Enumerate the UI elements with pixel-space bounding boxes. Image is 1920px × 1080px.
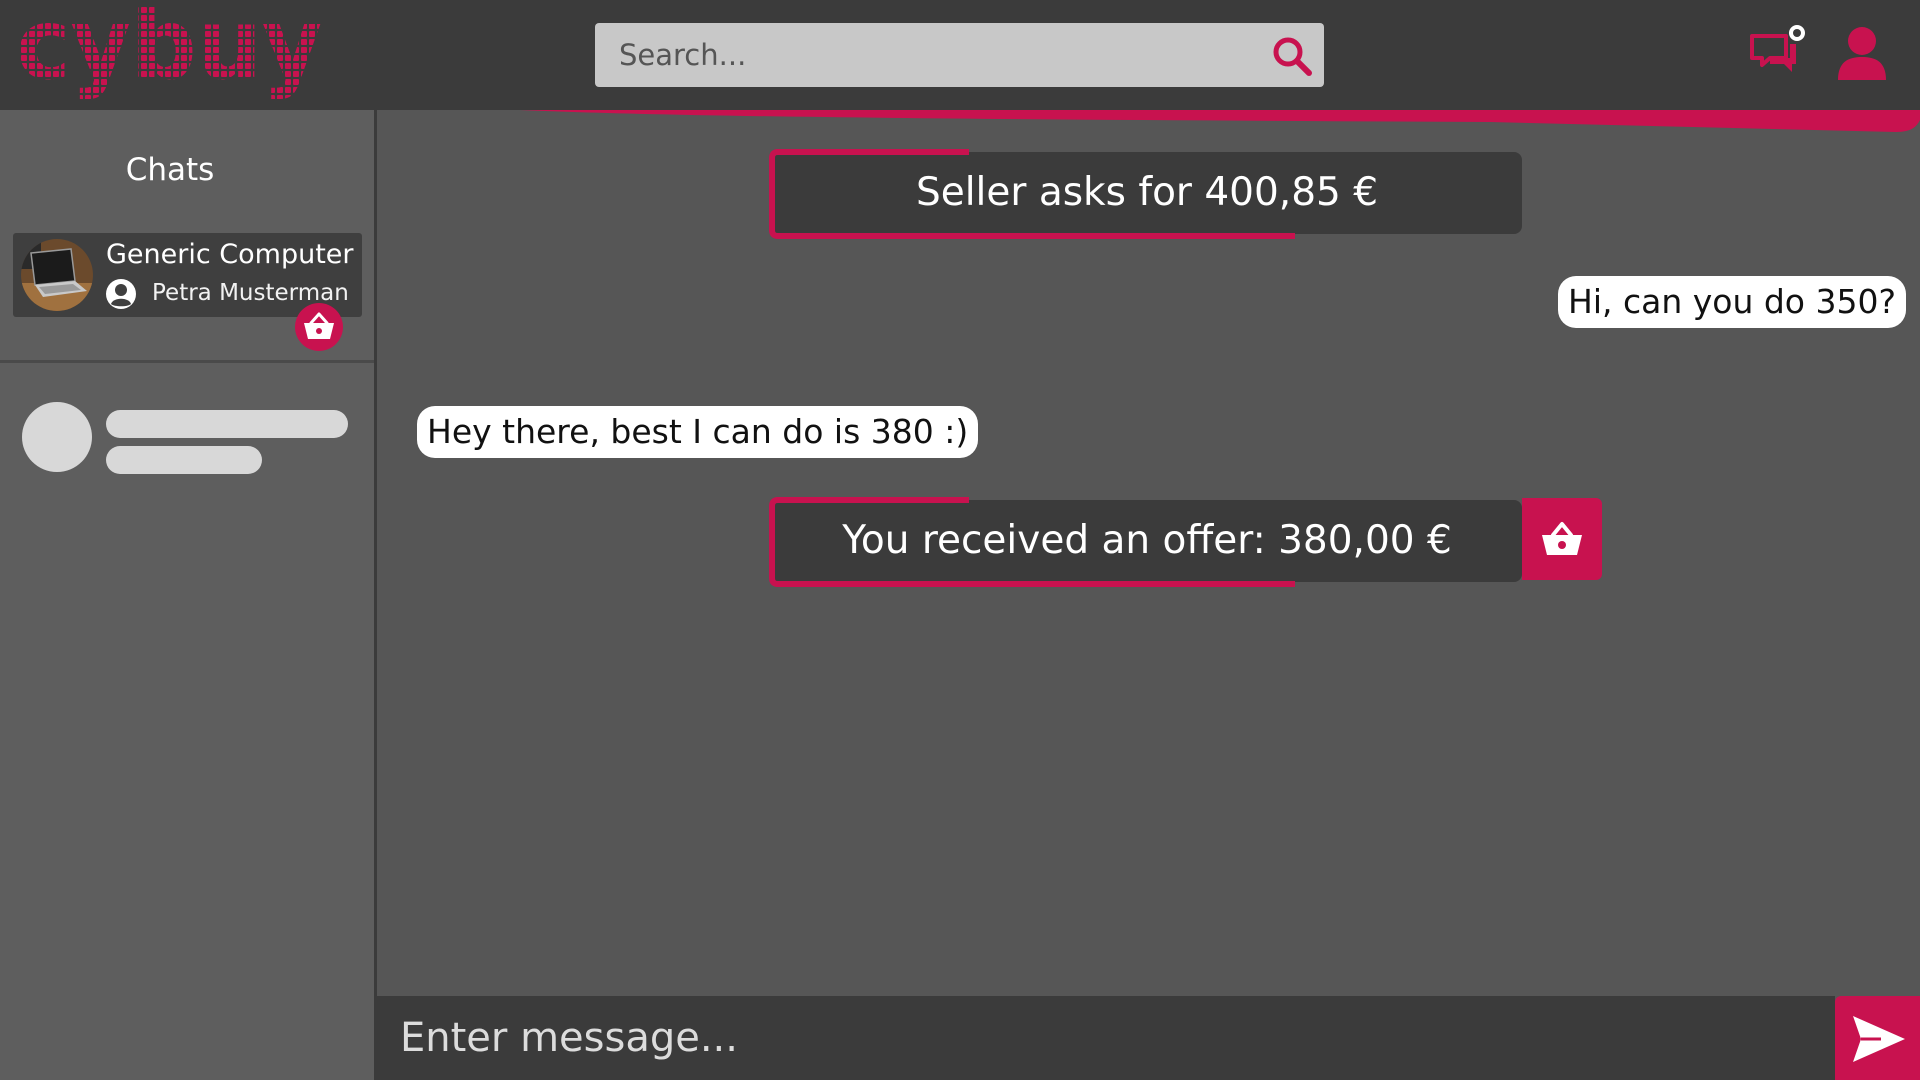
chat-sidebar: Chats Generic Computer Petra Musterman [0, 110, 374, 1080]
message-composer [377, 996, 1835, 1080]
offer-text: You received an offer: 380,00 € [842, 518, 1452, 563]
send-icon [1853, 1016, 1905, 1062]
seller-ask-text: Seller asks for 400,85 € [915, 170, 1379, 215]
laptop-thumbnail [21, 239, 93, 311]
placeholder-avatar [22, 402, 92, 472]
message-input[interactable] [377, 996, 1835, 1080]
seller-ask-notice: Seller asks for 400,85 € [769, 149, 1522, 239]
cybuy-logo[interactable]: cybuy [20, 6, 324, 104]
offer-notice: You received an offer: 380,00 € [769, 497, 1522, 587]
search-input[interactable] [595, 23, 1235, 87]
basket-icon [295, 303, 343, 351]
placeholder-line [106, 446, 262, 474]
message-bubble-outgoing: Hi, can you do 350? [1558, 276, 1906, 328]
message-bubble-incoming: Hey there, best I can do is 380 :) [417, 406, 979, 458]
send-button[interactable] [1835, 996, 1920, 1080]
chat-product-name: Generic Computer [106, 239, 354, 270]
search-bar [595, 23, 1324, 87]
chat-bubbles-icon[interactable] [1748, 22, 1808, 82]
user-icon[interactable] [1836, 26, 1888, 82]
sidebar-separator [0, 360, 374, 363]
accept-offer-button[interactable] [1522, 498, 1602, 580]
top-header: cybuy [0, 0, 1920, 110]
svg-text:cybuy: cybuy [20, 6, 322, 102]
basket-icon [1542, 522, 1582, 555]
placeholder-line [106, 410, 348, 438]
user-circle-icon [106, 279, 136, 309]
search-icon[interactable] [1271, 35, 1313, 77]
chats-title: Chats [125, 152, 215, 188]
sidebar-divider [374, 110, 377, 1080]
